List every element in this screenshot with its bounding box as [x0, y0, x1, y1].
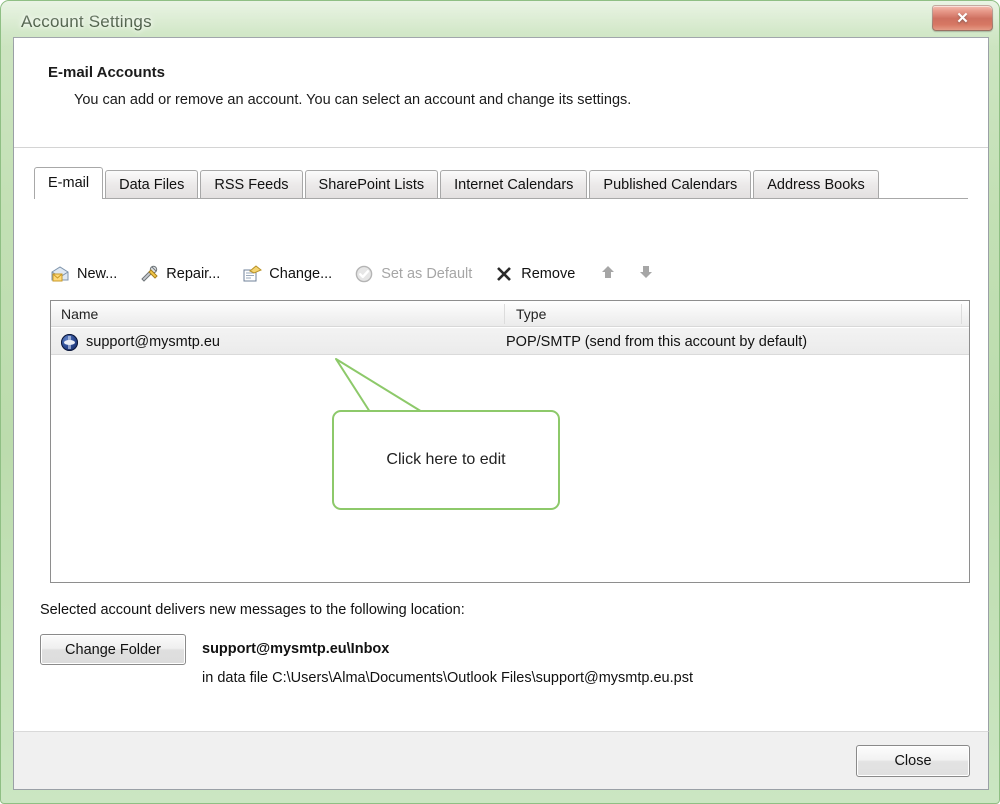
change-folder-label: Change Folder	[65, 641, 161, 658]
column-header-name[interactable]: Name	[51, 301, 506, 327]
close-button-label: Close	[894, 753, 932, 769]
wrench-hammer-icon	[139, 264, 159, 284]
header-section: E-mail Accounts You can add or remove an…	[14, 38, 988, 148]
row-name-cell: support@mysmtp.eu	[61, 328, 220, 356]
tab-rss-feeds[interactable]: RSS Feeds	[200, 170, 303, 198]
repair-account-label: Repair...	[166, 266, 221, 282]
account-globe-icon	[61, 333, 78, 351]
callout-text: Click here to edit	[386, 451, 506, 468]
new-envelope-icon	[50, 264, 70, 284]
column-separator[interactable]	[504, 304, 505, 324]
set-as-default-button[interactable]: Set as Default	[354, 264, 472, 284]
tab-label: Published Calendars	[603, 176, 738, 193]
delivery-location-value: support@mysmtp.eu\Inbox	[202, 641, 390, 657]
list-header-row: Name Type	[51, 301, 969, 327]
tab-label: Data Files	[119, 176, 185, 193]
close-button[interactable]: Close	[856, 745, 970, 777]
remove-account-button[interactable]: Remove	[494, 264, 575, 284]
move-down-button[interactable]	[635, 264, 657, 285]
tab-label: SharePoint Lists	[318, 176, 425, 193]
tabstrip: E-mail Data Files RSS Feeds SharePoint L…	[34, 167, 968, 199]
new-account-button[interactable]: New...	[50, 264, 117, 284]
close-icon: ✕	[956, 9, 969, 27]
callout-bubble: Click here to edit	[332, 410, 560, 510]
page-subtitle: You can add or remove an account. You ca…	[74, 92, 632, 108]
tab-address-books[interactable]: Address Books	[753, 170, 879, 198]
account-settings-window: Account Settings ✕ E-mail Accounts You c…	[0, 0, 1000, 804]
tab-email[interactable]: E-mail	[34, 167, 104, 199]
window-title: Account Settings	[21, 12, 152, 31]
window-close-button[interactable]: ✕	[932, 5, 993, 31]
tab-published-calendars[interactable]: Published Calendars	[589, 170, 752, 198]
delivery-data-file: in data file C:\Users\Alma\Documents\Out…	[202, 670, 693, 686]
accounts-toolbar: New... Repair... Change... Set as Defaul…	[50, 256, 673, 292]
page-title: E-mail Accounts	[48, 64, 165, 81]
header-divider	[14, 147, 988, 148]
table-row[interactable]: support@mysmtp.eu POP/SMTP (send from th…	[51, 327, 969, 355]
row-name-text: support@mysmtp.eu	[86, 334, 220, 350]
tab-label: Internet Calendars	[454, 176, 574, 193]
tab-label: Address Books	[767, 176, 865, 193]
column-header-type[interactable]: Type	[506, 301, 961, 327]
repair-account-button[interactable]: Repair...	[139, 264, 220, 284]
set-as-default-label: Set as Default	[381, 266, 473, 282]
move-up-button[interactable]	[597, 264, 619, 285]
arrow-up-icon	[600, 264, 616, 285]
tab-internet-calendars[interactable]: Internet Calendars	[440, 170, 588, 198]
tabstrip-underline	[34, 198, 968, 199]
dialog-footer: Close	[13, 731, 989, 790]
tab-data-files[interactable]: Data Files	[105, 170, 199, 198]
check-circle-icon	[354, 264, 374, 284]
arrow-down-icon	[638, 264, 654, 285]
row-type-cell: POP/SMTP (send from this account by defa…	[506, 334, 808, 350]
tab-label: E-mail	[48, 175, 90, 191]
change-folder-button[interactable]: Change Folder	[40, 634, 186, 665]
tab-label: RSS Feeds	[214, 176, 289, 193]
tab-sharepoint-lists[interactable]: SharePoint Lists	[304, 170, 439, 198]
change-account-label: Change...	[269, 266, 333, 282]
column-separator[interactable]	[961, 304, 962, 324]
dialog-client-area: E-mail Accounts You can add or remove an…	[13, 37, 989, 787]
change-settings-icon	[242, 264, 263, 284]
remove-account-label: Remove	[521, 266, 576, 282]
new-account-label: New...	[77, 266, 118, 282]
remove-x-icon	[494, 264, 514, 284]
delivery-location-label: Selected account delivers new messages t…	[40, 602, 465, 618]
change-account-button[interactable]: Change...	[242, 264, 332, 284]
